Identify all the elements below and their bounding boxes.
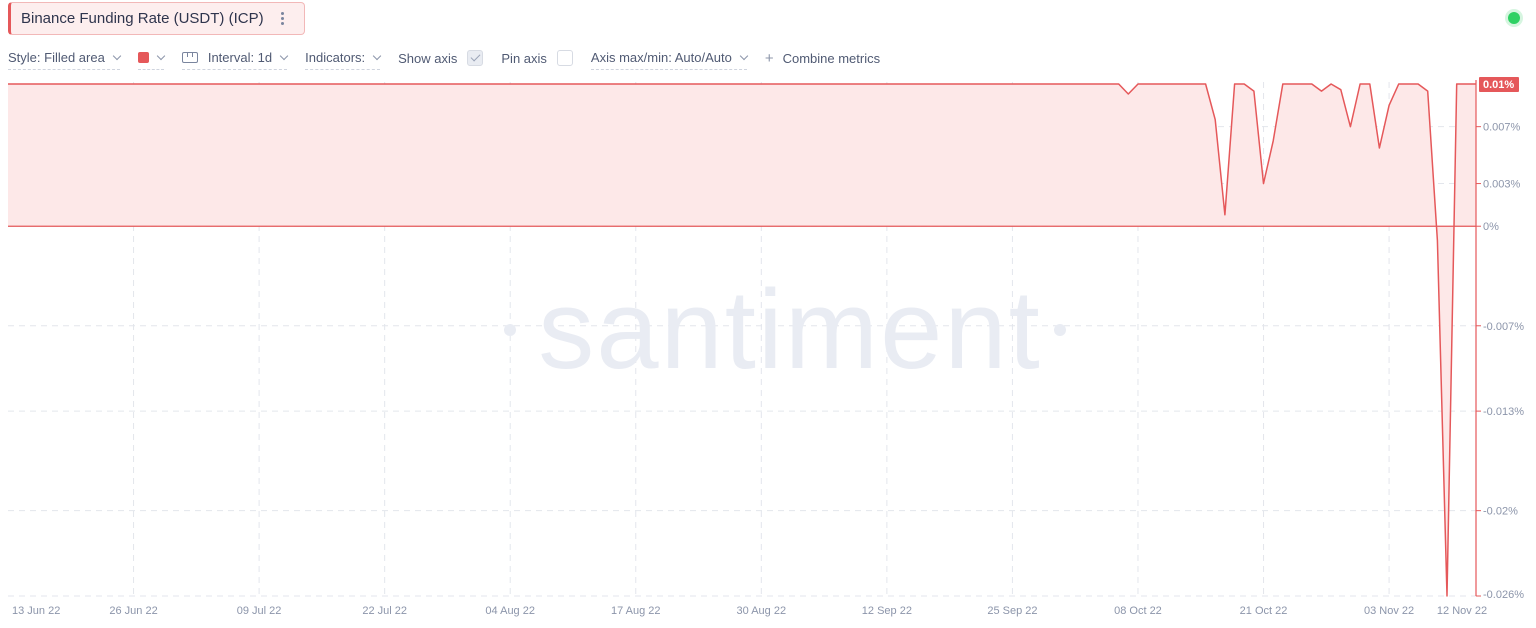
x-tick-label: 03 Nov 22 xyxy=(1364,605,1414,617)
x-tick-label: 04 Aug 22 xyxy=(485,605,535,617)
x-tick-label: 22 Jul 22 xyxy=(362,605,407,617)
funding-rate-chart[interactable]: santiment 0.007% 0.003% 0% -0.007% -0.013% -0… xyxy=(0,0,1536,628)
y-tick-label: 0.007% xyxy=(1483,122,1521,134)
x-axis: 13 Jun 22 26 Jun 22 09 Jul 22 22 Jul 22 04 A… xyxy=(12,605,1487,617)
x-tick-label: 13 Jun 22 xyxy=(12,605,60,617)
watermark-dot-left xyxy=(504,324,516,336)
x-tick-label: 30 Aug 22 xyxy=(737,605,787,617)
watermark: santiment xyxy=(538,267,1042,392)
last-value-label: 0.01% xyxy=(1483,79,1514,91)
watermark-dot-right xyxy=(1054,324,1066,336)
x-tick-label: 26 Jun 22 xyxy=(109,605,157,617)
y-tick-label: 0.003% xyxy=(1483,179,1521,191)
y-tick-label: -0.02% xyxy=(1483,506,1518,518)
x-tick-label: 09 Jul 22 xyxy=(237,605,282,617)
x-tick-label: 21 Oct 22 xyxy=(1240,605,1288,617)
x-tick-label: 17 Aug 22 xyxy=(611,605,661,617)
y-tick-label: -0.007% xyxy=(1483,321,1524,333)
y-tick-label: 0% xyxy=(1483,221,1499,233)
x-tick-label: 25 Sep 22 xyxy=(987,605,1037,617)
y-axis: 0.007% 0.003% 0% -0.007% -0.013% -0.02% -0.026… xyxy=(1475,77,1524,601)
x-tick-label: 08 Oct 22 xyxy=(1114,605,1162,617)
x-tick-label: 12 Nov 22 xyxy=(1437,605,1487,617)
x-tick-label: 12 Sep 22 xyxy=(862,605,912,617)
y-tick-label: -0.013% xyxy=(1483,406,1524,418)
y-tick-label: -0.026% xyxy=(1483,589,1524,601)
